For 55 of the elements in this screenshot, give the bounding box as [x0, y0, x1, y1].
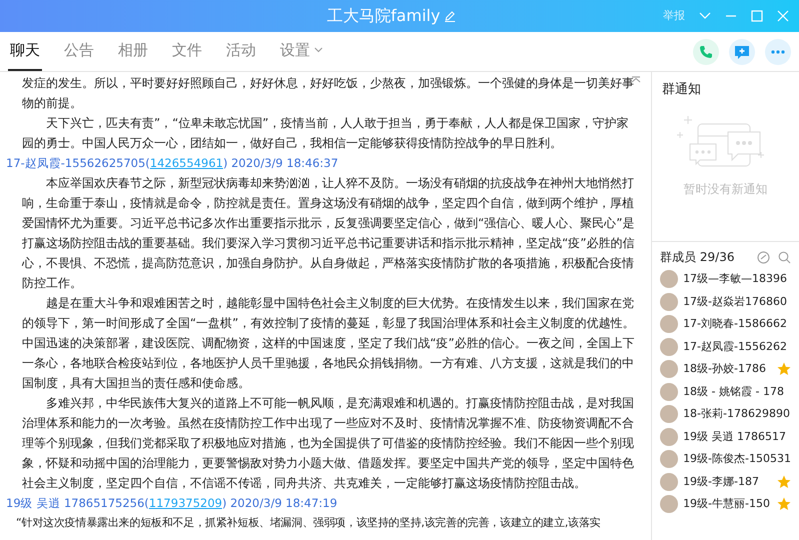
chevron-down-icon[interactable]: [699, 12, 711, 20]
avatar: [660, 338, 678, 356]
close-icon[interactable]: [777, 10, 789, 22]
message-paragraph: 发症的发生。所以，平时要好好照顾自己，好好休息，好好吃饭，少熬夜，加强锻炼。一个强健的身体是一切美好事物的前提。: [22, 75, 635, 112]
window-title: 工大马院family: [326, 5, 440, 27]
member-name[interactable]: 19级 吴逍 1786517: [683, 428, 791, 445]
avatar: [660, 450, 678, 468]
member-filter-icon[interactable]: [757, 250, 770, 264]
tab[interactable]: 公告: [62, 38, 96, 71]
new-message-button[interactable]: [729, 39, 755, 65]
more-icon: [771, 50, 785, 54]
member-name[interactable]: 17-赵凤霞-1556262: [683, 338, 791, 355]
message-paragraph: 越是在重大斗争和艰难困苦之时，越能彰显中国特色社会主义制度的巨大优势。在疫情发生以来，我们国家在党的领导下，第一时间形成了全国“一盘棋”，有效控制了疫情的蔓延，彰显了我国治理体系和社会主义制度的优越性。中国迅速的决策部署，建设医院、调配物资，这样的中国速度，坚定了我们战“疫”必胜的信心。一夜之间，全国上下一条心，各地联合检疫站到位，各地医护人员千里驰援，各地民众捐钱捐物。一方有难、八方支援，这就是我们的中国制度，具有大国担当的责任感和使命感。: [22, 295, 636, 392]
avatar: [660, 405, 678, 424]
sender-name: 17-赵凤霞-15562625705(: [6, 155, 150, 172]
tab[interactable]: 聊天: [8, 38, 42, 71]
message-time: ) 2020/3/9 18:47:19: [222, 495, 338, 512]
message-time: ) 2020/3/9 18:46:37: [223, 155, 338, 172]
member-name[interactable]: 18级 - 姚铭霞 - 178: [683, 384, 791, 400]
member-name[interactable]: 19级-李娜-187: [683, 474, 777, 490]
empty-notice-text: 暂时没有新通知: [682, 180, 769, 198]
member-name[interactable]: 18级-孙姣-1786: [683, 361, 777, 378]
avatar: [660, 360, 678, 378]
search-icon[interactable]: [778, 250, 791, 264]
notice-heading: 群通知: [662, 81, 702, 99]
message-paragraph: 本应举国欢庆春节之际，新型冠状病毒却来势汹汹，让人猝不及防。一场没有硝烟的抗疫战争在神州大地悄然打响，生命重于泰山，疫情就是命令，防控就是责任。置身这场没有硝烟的战争，坚定四个自信，做到两个维护，厚植爱国情怀尤为重要。习近平总书记多次作出重要指示批示，反复强调要坚定信心，做到“强信心、暖人心、聚民心”是打赢这场防控阻击战的重要基础。我们要深入学习贯彻习近平总书记重要讲话和指示批示精神，坚定战“疫”必胜的信心，不畏惧、不恐慌，提高防范意识，加强自身防护。从自身做起，严格落实疫情防扩散的各项措施，积极配合疫情防控工作。: [22, 175, 636, 292]
maximize-icon[interactable]: [751, 10, 763, 22]
avatar: [660, 315, 678, 334]
member-name[interactable]: 17-刘晓春-1586662: [683, 316, 791, 332]
member-name[interactable]: 19级-陈俊杰-150531: [683, 451, 791, 468]
chat-plus-icon: [734, 44, 750, 60]
member-name[interactable]: 19级-牛慧丽-150: [683, 496, 777, 512]
message-paragraph: 多难兴邦，中华民族伟大复兴的道路上不可能一帆风顺，是充满艰难和机遇的。打赢疫情防控阻击战，是对我国治理体系和能力的一次考验。虽然在疫情防控工作中出现了一些应对不及时、疫情情况掌握不准、防疫物资调配不合理等个别现象，但我们党都采取了积极地应对措施，也为全国提供了可借鉴的疫情防控经验。我们不能因一些个别现象，怀疑和动摇中国的治理能力，更要警惕敌对势力小题大做、借题发挥。要坚定中国共产党的领导，坚定中国特色社会主义制度，坚定四个自信，不信谣不传谣，同舟共济、共克难关，一定能够打赢这场疫情防控阻击战。: [22, 395, 635, 492]
edit-icon[interactable]: [444, 10, 456, 22]
members-heading: 群成员 29/36: [660, 249, 736, 266]
tab[interactable]: 文件: [170, 38, 204, 71]
more-button[interactable]: [765, 39, 791, 65]
member-name[interactable]: 17级—李敏—18396: [683, 271, 791, 288]
tab[interactable]: 相册: [116, 38, 150, 71]
avatar: [660, 270, 678, 288]
message-paragraph: “针对这次疫情暴露出来的短板和不足，抓紧补短板、堵漏洞、强弱项，该坚持的坚持,该完善的完善，该建立的建立,该落实: [16, 515, 600, 531]
message-paragraph: 天下兴亡，匹夫有责”，“位卑未敢忘忧国”，疫情当前，人人敢于担当，勇于奉献，人人都是保卫国家，守护家园的勇士。中国人民万众一心，团结如一，做好自己，我相信一定能够获得疫情防控战争的早日胜利。: [22, 115, 630, 152]
avatar: [660, 495, 678, 514]
avatar: [660, 382, 678, 401]
avatar: [660, 428, 678, 446]
member-name[interactable]: 17级-赵焱岩176860: [683, 294, 791, 310]
member-name[interactable]: 18-张莉-178629890: [683, 406, 791, 422]
avatar: [660, 292, 678, 311]
avatar: [660, 472, 678, 491]
sender-name: 19级 吴逍 17865175256(: [6, 495, 149, 512]
phone-icon: [699, 45, 713, 59]
tab[interactable]: 设置: [278, 38, 325, 71]
caret-icon: [314, 46, 323, 53]
phone-call-button[interactable]: [693, 39, 719, 65]
tab[interactable]: 活动: [224, 38, 258, 71]
